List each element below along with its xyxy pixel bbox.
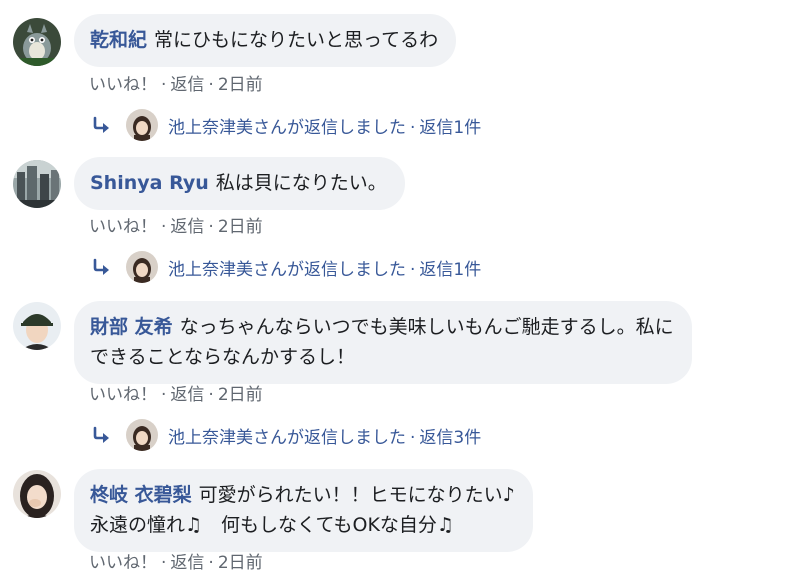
reply-avatar[interactable]: [126, 251, 158, 283]
comment-text: なっちゃんならいつでも美味しいもんご馳走するし。私に: [179, 316, 674, 338]
like-link[interactable]: いいね！: [89, 385, 157, 405]
reply-avatar[interactable]: [126, 109, 158, 141]
comment-author[interactable]: Shinya Ryu: [90, 172, 209, 194]
comment-author[interactable]: 乾和紀: [90, 29, 147, 51]
comment-text-line2: 永遠の憧れ♫ 何もしなくてもOKな自分♫: [90, 514, 454, 536]
timestamp[interactable]: 2日前: [218, 75, 263, 95]
comment-author[interactable]: 財部 友希: [90, 316, 173, 338]
avatar[interactable]: [13, 18, 61, 66]
reply-summary-label: 池上奈津美さんが返信しました: [168, 428, 406, 448]
comment-bubble: 財部 友希 なっちゃんならいつでも美味しいもんご馳走するし。私に できることならな…: [74, 301, 692, 384]
reply-summary-label: 池上奈津美さんが返信しました: [168, 118, 406, 138]
comment-author[interactable]: 柊岐 衣碧梨: [90, 484, 192, 506]
comment-actions: いいね！ · 返信 · 2日前: [89, 385, 263, 405]
reply-link[interactable]: 返信: [170, 75, 204, 95]
reply-summary-label: 池上奈津美さんが返信しました: [168, 260, 406, 280]
comment-text: 可愛がられたい！！ヒモになりたい♪: [198, 484, 515, 506]
comment-actions: いいね！ · 返信 · 2日前: [89, 553, 263, 573]
comment-bubble: 乾和紀 常にひもになりたいと思ってるわ: [74, 14, 457, 67]
like-link[interactable]: いいね！: [89, 553, 157, 573]
reply-summary-text[interactable]: 池上奈津美さんが返信しました · 返信1件: [168, 255, 481, 280]
reply-link[interactable]: 返信: [170, 217, 204, 237]
reply-avatar[interactable]: [126, 419, 158, 451]
reply-summary-text[interactable]: 池上奈津美さんが返信しました · 返信3件: [168, 423, 481, 448]
comment-actions: いいね！ · 返信 · 2日前: [89, 217, 263, 237]
avatar[interactable]: [13, 470, 61, 518]
avatar[interactable]: [13, 302, 61, 350]
comment-text: 私は貝になりたい。: [215, 172, 387, 194]
like-link[interactable]: いいね！: [89, 75, 157, 95]
comment-line: 財部 友希 なっちゃんならいつでも美味しいもんご馳走するし。私に: [90, 312, 674, 342]
timestamp[interactable]: 2日前: [218, 553, 263, 573]
reply-count: 返信1件: [419, 118, 482, 138]
reply-summary-text[interactable]: 池上奈津美さんが返信しました · 返信1件: [168, 113, 481, 138]
avatar[interactable]: [13, 160, 61, 208]
comment-text: 常にひもになりたいと思ってるわ: [154, 29, 439, 51]
reply-link[interactable]: 返信: [170, 385, 204, 405]
reply-arrow-icon: [93, 116, 109, 133]
reply-count: 返信1件: [419, 260, 482, 280]
timestamp[interactable]: 2日前: [218, 217, 263, 237]
reply-count: 返信3件: [419, 428, 482, 448]
comment-actions: いいね！ · 返信 · 2日前: [89, 75, 263, 95]
comment-bubble: 柊岐 衣碧梨 可愛がられたい！！ヒモになりたい♪ 永遠の憧れ♫ 何もしなくてもOK…: [74, 469, 533, 552]
comment-bubble: Shinya Ryu 私は貝になりたい。: [74, 157, 405, 210]
reply-link[interactable]: 返信: [170, 553, 204, 573]
comment-line: 柊岐 衣碧梨 可愛がられたい！！ヒモになりたい♪: [90, 480, 515, 510]
like-link[interactable]: いいね！: [89, 217, 157, 237]
comment-text-line2: できることならなんかするし！: [90, 346, 356, 368]
timestamp[interactable]: 2日前: [218, 385, 263, 405]
comment-thread: 乾和紀 常にひもになりたいと思ってるわ いいね！ · 返信 · 2日前 池上奈津美さんが返…: [0, 0, 800, 585]
reply-arrow-icon: [93, 258, 109, 275]
reply-arrow-icon: [93, 426, 109, 443]
